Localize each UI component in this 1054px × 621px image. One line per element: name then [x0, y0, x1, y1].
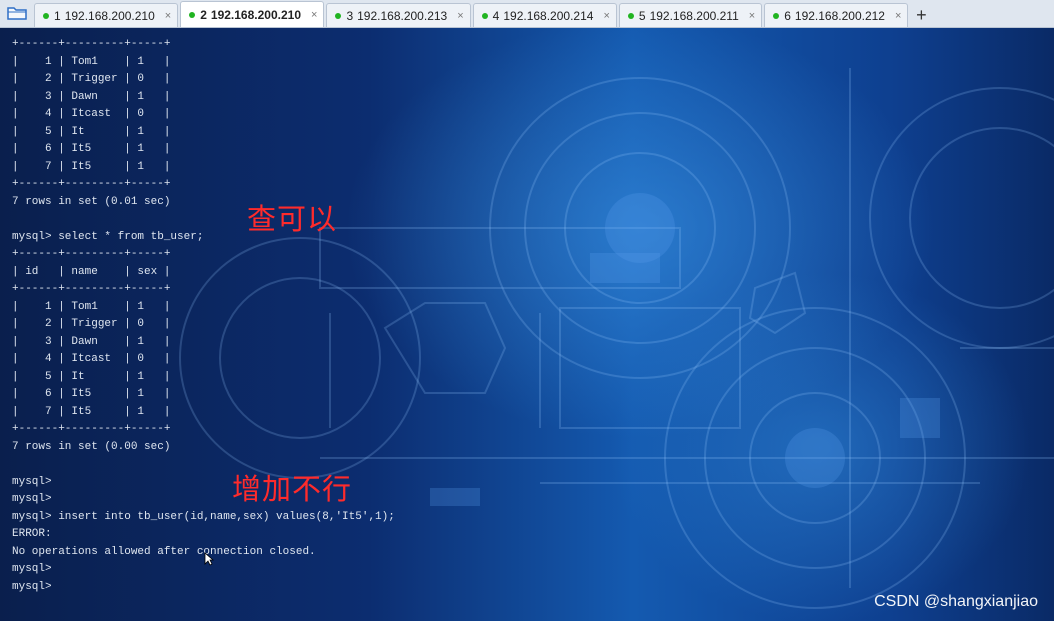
session-tab-2[interactable]: 2 192.168.200.210 ×	[180, 1, 325, 27]
terminal-line: +------+---------+-----+	[12, 423, 171, 435]
connection-status-icon	[335, 12, 342, 19]
terminal-line: No operations allowed after connection c…	[12, 545, 316, 558]
terminal-line: | 7 | It5 | 1 |	[12, 160, 171, 173]
terminal-line: mysql>	[12, 493, 52, 505]
terminal-line: | 6 | It5 | 1 |	[12, 143, 171, 155]
connection-status-icon	[627, 12, 634, 19]
terminal-line: +------+---------+-----+	[12, 38, 171, 50]
terminal-line: | 5 | It | 1 |	[12, 370, 171, 383]
connection-status-icon	[773, 12, 780, 19]
session-tab-6[interactable]: 6 192.168.200.212 ×	[764, 3, 909, 27]
close-icon[interactable]: ×	[165, 10, 171, 22]
mouse-cursor-icon	[204, 552, 214, 566]
session-tab-4[interactable]: 4 192.168.200.214 ×	[472, 3, 617, 27]
session-tab-1[interactable]: 1 192.168.200.210 ×	[34, 3, 179, 27]
close-icon[interactable]: ×	[457, 10, 463, 22]
terminal-line: +------+---------+-----+	[12, 178, 171, 190]
terminal-line: | 7 | It5 | 1 |	[12, 405, 171, 418]
terminal-line: 7 rows in set (0.00 sec)	[12, 440, 171, 453]
terminal-area[interactable]: +------+---------+-----+ | 1 | Tom1 | 1 …	[0, 28, 1054, 621]
terminal-line: 7 rows in set (0.01 sec)	[12, 195, 171, 208]
folder-icon	[7, 7, 27, 20]
close-icon[interactable]: ×	[311, 9, 317, 21]
tab-number: 4	[492, 8, 500, 23]
terminal-line: | 6 | It5 | 1 |	[12, 388, 171, 400]
terminal-line: | 2 | Trigger | 0 |	[12, 73, 171, 85]
tab-number: 6	[784, 8, 791, 23]
tab-number: 5	[638, 8, 646, 23]
tab-number: 1	[54, 8, 61, 23]
close-icon[interactable]: ×	[749, 10, 755, 22]
terminal-line: | 3 | Dawn | 1 |	[12, 335, 171, 348]
tab-number: 3	[346, 8, 354, 23]
session-tab-bar: 1 192.168.200.210 × 2 192.168.200.210 × 3 192.1…	[0, 0, 1054, 28]
terminal-line: | 5 | It | 1 |	[12, 125, 171, 138]
tab-label: 192.168.200.210	[64, 8, 155, 23]
tab-label: 192.168.200.213	[357, 8, 448, 23]
tab-label: 192.168.200.214	[503, 8, 594, 23]
tab-label: 192.168.200.212	[794, 8, 885, 23]
terminal-line: mysql> select * from tb_user;	[12, 230, 204, 243]
terminal-line: | 4 | Itcast | 0 |	[12, 353, 171, 365]
session-tab-3[interactable]: 3 192.168.200.213 ×	[326, 3, 471, 27]
tab-number: 2	[200, 7, 207, 22]
terminal-line: ERROR:	[12, 528, 52, 540]
close-icon[interactable]: ×	[895, 10, 901, 22]
session-tab-5[interactable]: 5 192.168.200.211 ×	[618, 3, 763, 27]
terminal-line: mysql>	[12, 475, 52, 488]
terminal-line: mysql> insert into tb_user(id,name,sex) …	[12, 510, 395, 523]
terminal-line: +------+---------+-----+	[12, 248, 171, 260]
terminal-line: | 3 | Dawn | 1 |	[12, 90, 171, 103]
close-icon[interactable]: ×	[603, 10, 609, 22]
annotation-query-ok: 查可以	[247, 202, 338, 236]
terminal-line: | 4 | Itcast | 0 |	[12, 108, 171, 120]
new-tab-button[interactable]: +	[910, 3, 932, 27]
connection-status-icon	[43, 12, 49, 19]
csdn-watermark: CSDN @shangxianjiao	[874, 593, 1038, 610]
tab-label: 192.168.200.210	[210, 7, 301, 22]
terminal-output: +------+---------+-----+ | 1 | Tom1 | 1 …	[12, 36, 395, 596]
open-folder-button[interactable]	[0, 0, 34, 27]
connection-status-icon	[189, 11, 196, 18]
terminal-line: | id | name | sex |	[12, 265, 171, 278]
terminal-line: | 1 | Tom1 | 1 |	[12, 300, 171, 313]
tab-label: 192.168.200.211	[649, 8, 739, 23]
terminal-line: mysql>	[12, 580, 52, 593]
terminal-line: | 1 | Tom1 | 1 |	[12, 55, 171, 68]
annotation-insert-fail: 增加不行	[232, 472, 353, 506]
terminal-line: mysql>	[12, 563, 52, 575]
connection-status-icon	[481, 12, 488, 19]
terminal-line: +------+---------+-----+	[12, 283, 171, 295]
terminal-line: | 2 | Trigger | 0 |	[12, 318, 171, 330]
